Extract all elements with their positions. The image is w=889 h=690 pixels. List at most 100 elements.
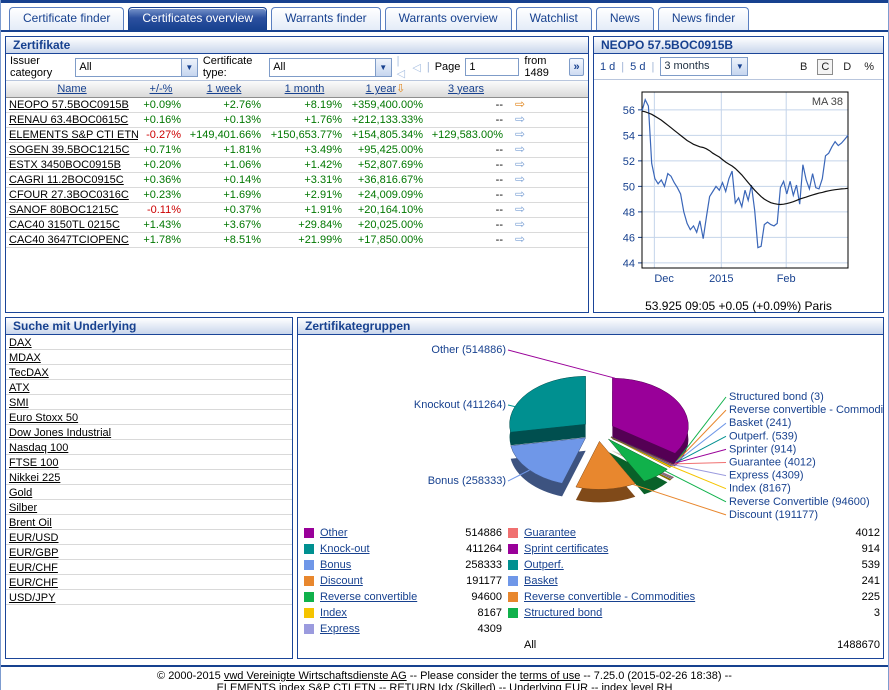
certificate-type-select[interactable]: All ▼ xyxy=(269,58,391,77)
chevron-down-icon[interactable]: ▼ xyxy=(375,59,391,76)
column-header-3years[interactable]: 3 years xyxy=(448,83,484,95)
legend-link[interactable]: Sprint certificates xyxy=(524,543,608,555)
column-header-name[interactable]: Name xyxy=(57,83,86,95)
certificate-link[interactable]: CAC40 3150TL 0215C xyxy=(9,219,120,231)
legend-link[interactable]: Other xyxy=(320,527,348,539)
underlying-link[interactable]: ATX xyxy=(6,380,292,395)
tab-warrants-overview[interactable]: Warrants overview xyxy=(385,7,512,30)
column-header-1year[interactable]: 1 year xyxy=(366,83,397,95)
underlying-list: DAXMDAXTecDAXATXSMIEuro Stoxx 50Dow Jone… xyxy=(6,335,292,605)
footer-link[interactable]: vwd Vereinigte Wirtschaftsdienste AG xyxy=(224,670,407,682)
copyright-line: © 2000-2015 vwd Vereinigte Wirtschaftsdi… xyxy=(1,667,888,682)
value-cell: -- xyxy=(426,112,506,127)
underlying-link[interactable]: Nasdaq 100 xyxy=(6,440,292,455)
tab-news-finder[interactable]: News finder xyxy=(658,7,749,30)
svg-text:Dec: Dec xyxy=(654,273,674,285)
value-cell: -- xyxy=(426,202,506,217)
value-cell: +1.69% xyxy=(184,187,264,202)
certificate-link[interactable]: SANOF 80BOC1215C xyxy=(9,204,118,216)
next-page-button[interactable]: » xyxy=(569,58,584,76)
certificate-link[interactable]: CFOUR 27.3BOC0316C xyxy=(9,189,129,201)
pie-callout-label: Guarantee (4012) xyxy=(729,457,816,469)
range-5d-button[interactable]: 5 d xyxy=(630,61,645,73)
certificate-link[interactable]: ELEMENTS S&P CTI ETN xyxy=(9,129,138,141)
underlying-link[interactable]: SMI xyxy=(6,395,292,410)
chart-mode-c-button[interactable]: C xyxy=(817,59,833,75)
legend-link[interactable]: Reverse convertible - Commodities xyxy=(524,591,695,603)
underlying-link[interactable]: MDAX xyxy=(6,350,292,365)
certificate-link[interactable]: ESTX 3450BOC0915B xyxy=(9,159,121,171)
certificates-filter-bar: Issuer category All ▼ Certificate type: … xyxy=(6,54,588,81)
underlying-link[interactable]: Brent Oil xyxy=(6,515,292,530)
tab-certificates-overview[interactable]: Certificates overview xyxy=(128,7,267,30)
detail-arrow-icon[interactable]: ⇨ xyxy=(515,112,525,126)
certificate-link[interactable]: CAGRI 11.2BOC0915C xyxy=(9,174,124,186)
first-page-icon[interactable]: |◁ xyxy=(397,55,408,80)
underlying-link[interactable]: Gold xyxy=(6,485,292,500)
legend-item: Bonus258333 xyxy=(304,557,502,573)
detail-arrow-icon[interactable]: ⇨ xyxy=(515,202,525,216)
underlying-link[interactable]: FTSE 100 xyxy=(6,455,292,470)
underlying-link[interactable]: DAX xyxy=(6,335,292,350)
legend-link[interactable]: Knock-out xyxy=(320,543,370,555)
underlying-link[interactable]: Silber xyxy=(6,500,292,515)
chevron-down-icon[interactable]: ▼ xyxy=(731,58,747,75)
chevron-down-icon[interactable]: ▼ xyxy=(181,59,197,76)
range-select[interactable]: 3 months ▼ xyxy=(660,57,748,76)
footer-link[interactable]: terms of use xyxy=(520,670,581,682)
tab-watchlist[interactable]: Watchlist xyxy=(516,7,592,30)
column-header-1month[interactable]: 1 month xyxy=(285,83,325,95)
detail-arrow-icon[interactable]: ⇨ xyxy=(515,187,525,201)
prev-page-icon[interactable]: ◁ xyxy=(412,61,421,74)
value-cell: +0.13% xyxy=(184,112,264,127)
legend-link[interactable]: Guarantee xyxy=(524,527,576,539)
tab-certificate-finder[interactable]: Certificate finder xyxy=(9,7,124,30)
range-1d-button[interactable]: 1 d xyxy=(600,61,615,73)
certificate-link[interactable]: CAC40 3647TCIOPENC xyxy=(9,234,129,246)
underlying-link[interactable]: TecDAX xyxy=(6,365,292,380)
page-input[interactable] xyxy=(465,58,519,76)
legend-item: Knock-out411264 xyxy=(304,541,502,557)
value-cell: +0.23% xyxy=(138,187,184,202)
underlying-link[interactable]: EUR/USD xyxy=(6,530,292,545)
legend-link[interactable]: Structured bond xyxy=(524,607,602,619)
legend-link[interactable]: Reverse convertible xyxy=(320,591,417,603)
underlying-link[interactable]: Nikkei 225 xyxy=(6,470,292,485)
legend-link[interactable]: Bonus xyxy=(320,559,351,571)
issuer-category-select[interactable]: All ▼ xyxy=(75,58,197,77)
tab-news[interactable]: News xyxy=(596,7,654,30)
underlying-link[interactable]: Dow Jones Industrial xyxy=(6,425,292,440)
underlying-link[interactable]: USD/JPY xyxy=(6,590,292,605)
certificate-link[interactable]: NEOPO 57.5BOC0915B xyxy=(9,99,129,111)
detail-arrow-icon[interactable]: ⇨ xyxy=(515,232,525,246)
column-header-change[interactable]: +/-% xyxy=(150,83,173,95)
all-value: 1488670 xyxy=(837,639,880,651)
chart-mode-b-button[interactable]: B xyxy=(797,60,810,74)
legend-link[interactable]: Express xyxy=(320,623,360,635)
chart-mode-d-button[interactable]: D xyxy=(840,60,854,74)
chart-mode-%-button[interactable]: % xyxy=(861,60,877,74)
underlying-link[interactable]: EUR/CHF xyxy=(6,560,292,575)
legend-item: Express4309 xyxy=(304,621,502,637)
legend-chip xyxy=(508,576,518,586)
underlying-link[interactable]: EUR/CHF xyxy=(6,575,292,590)
column-header-1week[interactable]: 1 week xyxy=(207,83,242,95)
underlying-link[interactable]: Euro Stoxx 50 xyxy=(6,410,292,425)
certificate-groups-panel: Zertifikategruppen Other (514886)Knockou… xyxy=(297,317,884,659)
legend-link[interactable]: Basket xyxy=(524,575,558,587)
detail-arrow-icon[interactable]: ⇨ xyxy=(515,157,525,171)
legend-link[interactable]: Discount xyxy=(320,575,363,587)
svg-text:56: 56 xyxy=(623,105,635,117)
detail-arrow-icon[interactable]: ⇨ xyxy=(515,217,525,231)
detail-arrow-icon[interactable]: ⇨ xyxy=(515,142,525,156)
certificate-link[interactable]: RENAU 63.4BOC0615C xyxy=(9,114,128,126)
legend-link[interactable]: Index xyxy=(320,607,347,619)
legend-link[interactable]: Outperf. xyxy=(524,559,564,571)
tab-warrants-finder[interactable]: Warrants finder xyxy=(271,7,381,30)
underlying-link[interactable]: EUR/GBP xyxy=(6,545,292,560)
detail-arrow-icon[interactable]: ⇨ xyxy=(515,127,525,141)
table-row: CAGRI 11.2BOC0915C+0.36%+0.14%+3.31%+36,… xyxy=(6,172,588,187)
detail-arrow-icon[interactable]: ⇨ xyxy=(515,172,525,186)
detail-arrow-icon[interactable]: ⇨ xyxy=(515,97,525,111)
certificate-link[interactable]: SOGEN 39.5BOC1215C xyxy=(9,144,129,156)
